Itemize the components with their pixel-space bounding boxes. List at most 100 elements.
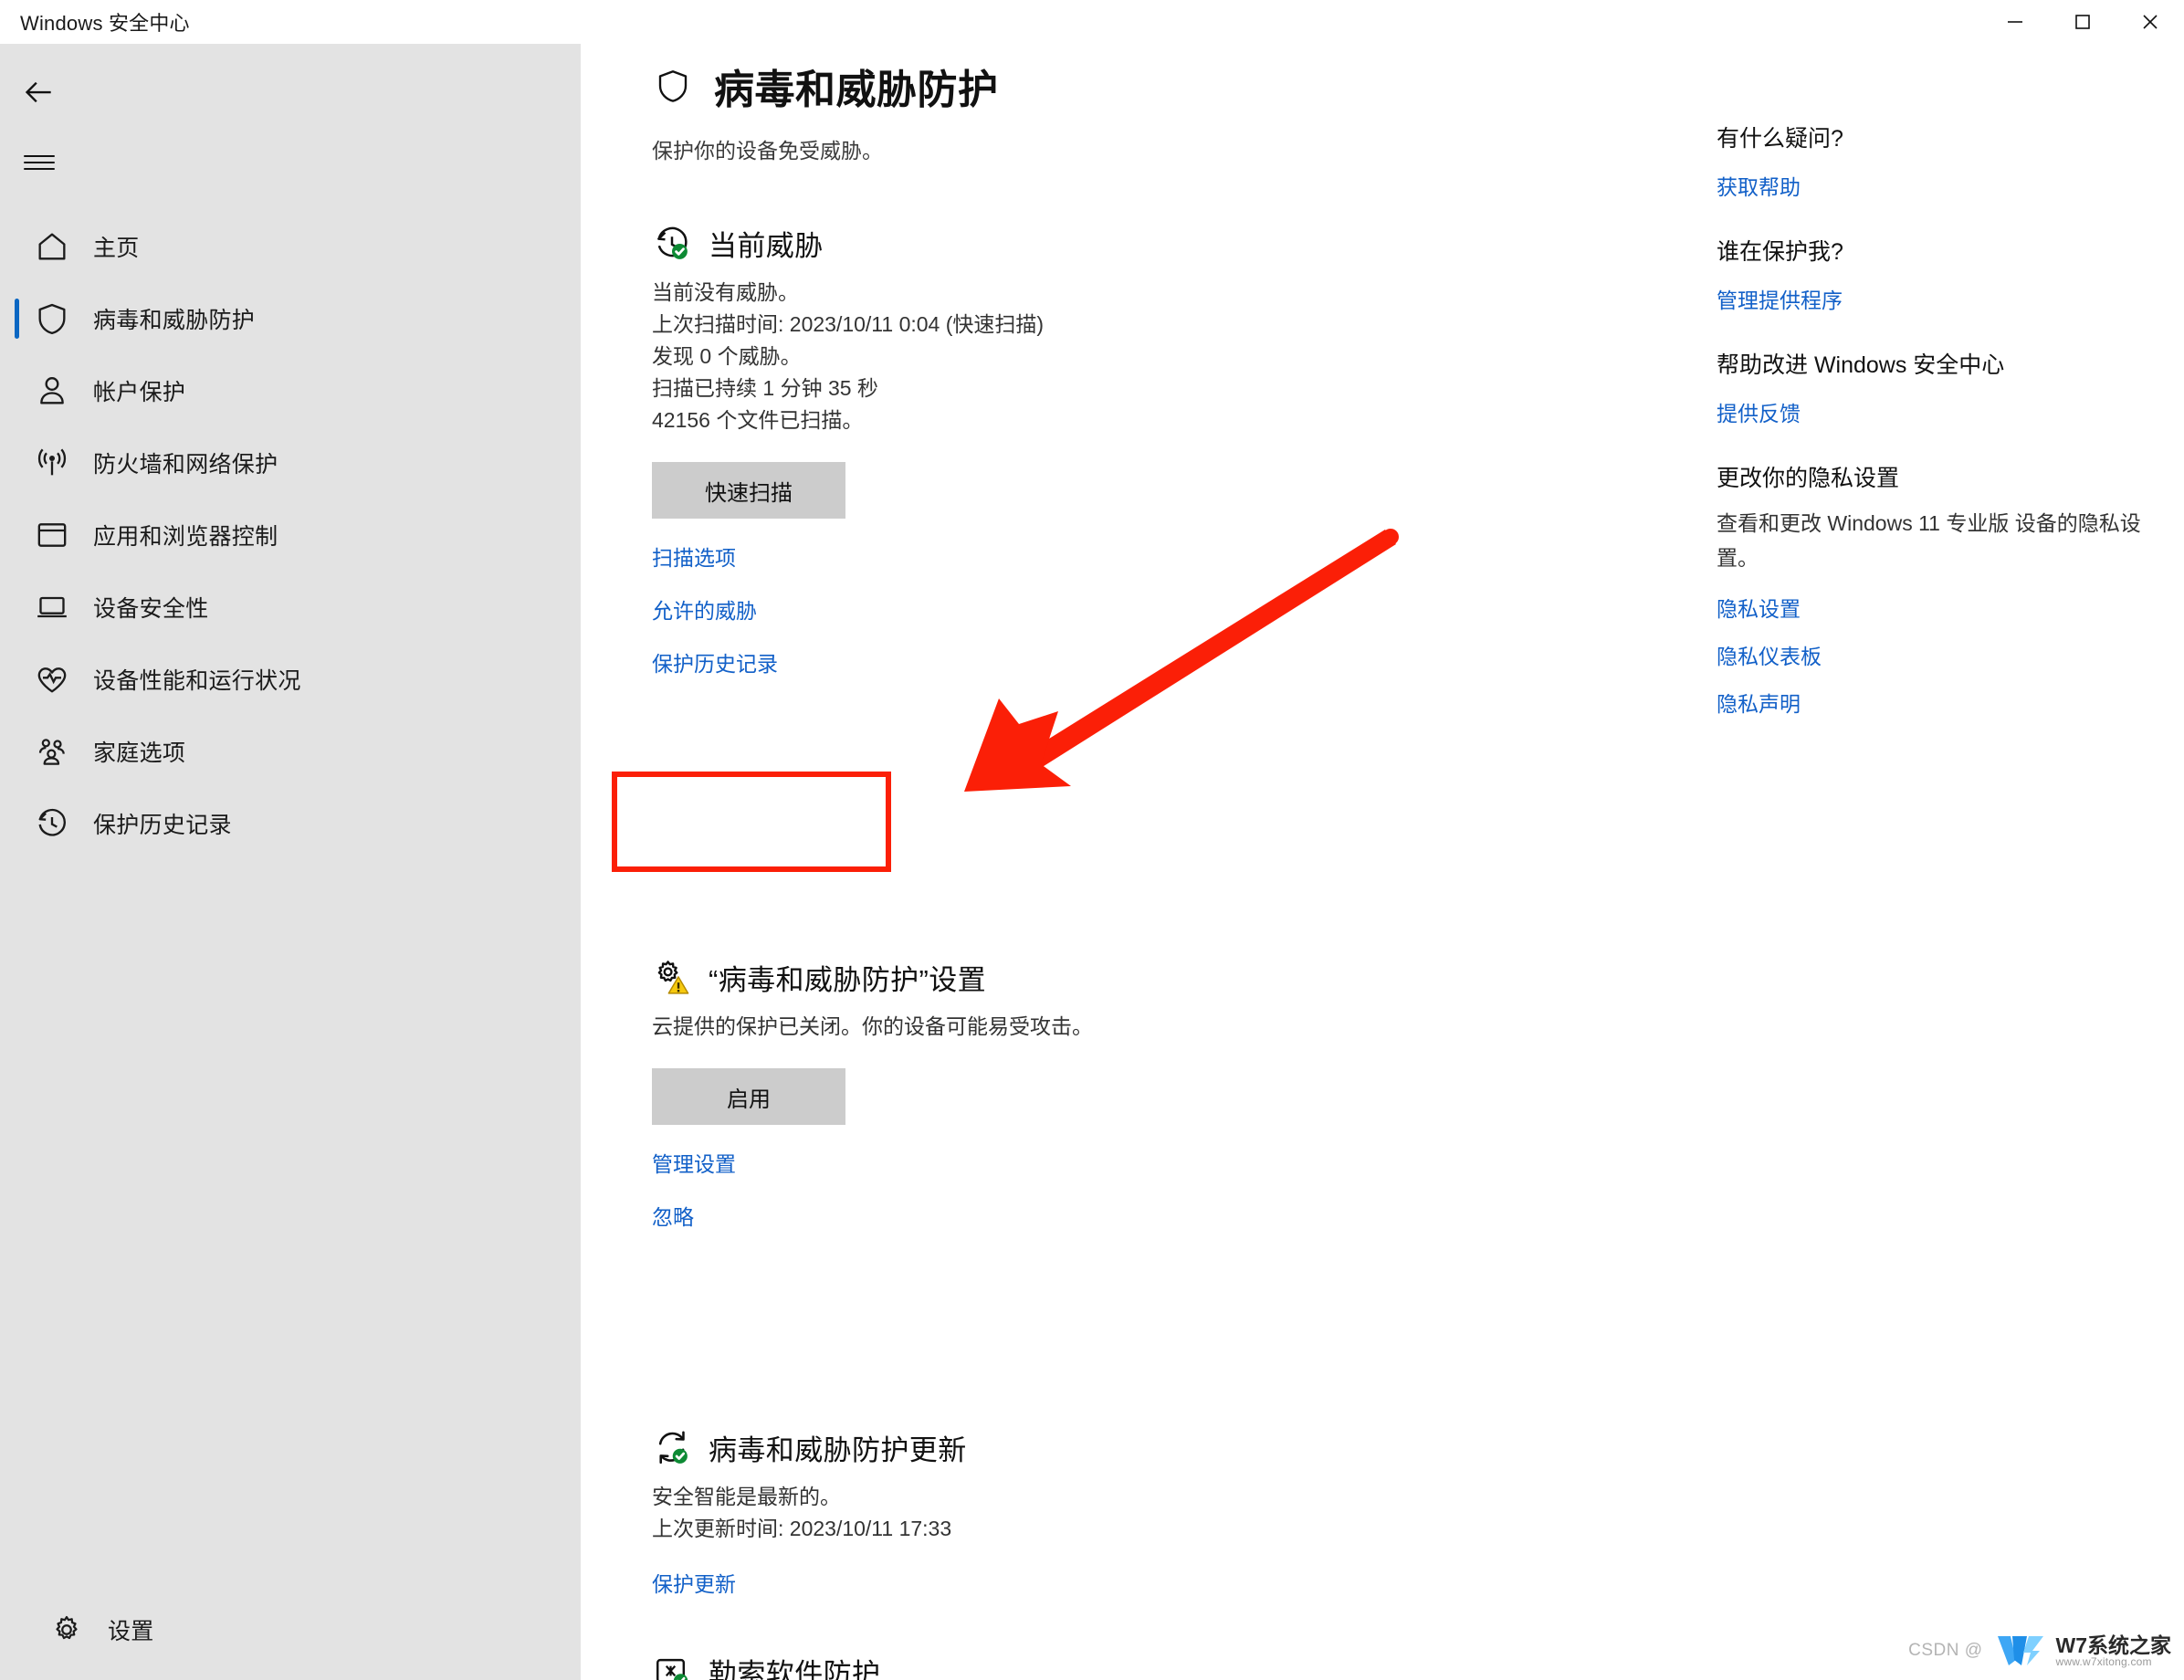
- history-clock-check-icon: [652, 224, 692, 264]
- shield-icon: [31, 298, 73, 340]
- last-scan-line: 上次扫描时间: 2023/10/11 0:04 (快速扫描): [652, 312, 1045, 336]
- back-arrow-icon: [25, 81, 51, 103]
- sidebar-settings-label: 设置: [108, 1619, 154, 1644]
- last-update-line: 上次更新时间: 2023/10/11 17:33: [652, 1517, 952, 1540]
- minimize-icon: [2008, 21, 2022, 23]
- page-title: 病毒和威胁防护: [714, 68, 999, 112]
- current-threats-details: 当前没有威胁。 上次扫描时间: 2023/10/11 0:04 (快速扫描) 发…: [652, 277, 1044, 436]
- protection-updates-link[interactable]: 保护更新: [652, 1567, 736, 1598]
- rail-block-privacy: 更改你的隐私设置 查看和更改 Windows 11 专业版 设备的隐私设置。 隐…: [1717, 460, 2146, 718]
- section-protection-updates: 病毒和威胁防护更新 安全智能是最新的。 上次更新时间: 2023/10/11 1…: [652, 1427, 967, 1598]
- watermark-url: www.w7xitong.com: [2055, 1654, 2152, 1668]
- rail-block-questions: 有什么疑问? 获取帮助: [1717, 121, 2146, 201]
- w7-logo-icon: [1997, 1636, 2043, 1665]
- page-subtitle: 保护你的设备免受威胁。: [652, 139, 883, 163]
- cloud-protection-warning: 云提供的保护已关闭。你的设备可能易受攻击。: [652, 1014, 1093, 1038]
- watermark: CSDN @ W7系统之家 www.w7xitong.com: [1908, 1633, 2171, 1669]
- ransomware-shield-icon: [652, 1652, 692, 1680]
- sidebar-item-app-browser-control[interactable]: 应用和浏览器控制: [0, 499, 581, 571]
- section-title: 病毒和威胁防护更新: [709, 1434, 967, 1466]
- gear-icon: [46, 1609, 88, 1651]
- sidebar-item-protection-history[interactable]: 保护历史记录: [0, 787, 581, 859]
- rail-heading: 谁在保护我?: [1717, 239, 1843, 265]
- title-bar: Windows 安全中心: [0, 0, 2184, 44]
- security-intelligence-status: 安全智能是最新的。: [652, 1485, 841, 1508]
- sidebar-item-label: 帐户保护: [93, 379, 186, 405]
- dismiss-link[interactable]: 忽略: [652, 1200, 694, 1231]
- sidebar-item-label: 主页: [93, 235, 140, 261]
- help-rail: 有什么疑问? 获取帮助 谁在保护我? 管理提供程序 帮助改进 Windows 安…: [1717, 44, 2184, 1680]
- home-icon: [31, 226, 73, 268]
- rail-heading: 更改你的隐私设置: [1717, 466, 1900, 491]
- maximize-button[interactable]: [2049, 0, 2116, 44]
- privacy-dashboard-link[interactable]: 隐私仪表板: [1717, 639, 1822, 670]
- section-title: 当前威胁: [709, 230, 824, 262]
- protection-history-link[interactable]: 保护历史记录: [652, 646, 778, 677]
- scan-duration-line: 扫描已持续 1 分钟 35 秒: [652, 376, 878, 400]
- sidebar-item-label: 保护历史记录: [93, 812, 232, 838]
- sidebar-item-device-performance-health[interactable]: 设备性能和运行状况: [0, 643, 581, 715]
- threats-found-line: 发现 0 个威胁。: [652, 344, 802, 368]
- section-ransomware-protection: 勒索软件防护: [652, 1651, 880, 1680]
- shield-icon: [652, 63, 694, 109]
- rail-heading: 有什么疑问?: [1717, 126, 1843, 152]
- window-title: Windows 安全中心: [20, 12, 190, 35]
- window-app-icon: [31, 514, 73, 556]
- close-button[interactable]: [2116, 0, 2184, 44]
- manage-settings-link[interactable]: 管理设置: [652, 1147, 736, 1178]
- main-content: 病毒和威胁防护 保护你的设备免受威胁。 当前威胁 当前没有威胁。 上次扫描时间:…: [581, 44, 1603, 1680]
- app-window: Windows 安全中心 主页 病毒和威胁防护 帐户保护 防火墙和网络保护 应用…: [0, 0, 2184, 1680]
- threat-status-line: 当前没有威胁。: [652, 280, 799, 304]
- sidebar-item-label: 应用和浏览器控制: [93, 523, 278, 550]
- section-protection-settings: “病毒和威胁防护”设置 云提供的保护已关闭。你的设备可能易受攻击。 启用 管理设…: [652, 957, 1093, 1231]
- sidebar-item-label: 设备性能和运行状况: [93, 667, 301, 694]
- quick-scan-button[interactable]: 快速扫描: [652, 462, 845, 519]
- files-scanned-line: 42156 个文件已扫描。: [652, 408, 864, 432]
- sidebar-item-home[interactable]: 主页: [0, 210, 581, 282]
- history-clock-icon: [31, 803, 73, 845]
- back-button[interactable]: [9, 66, 69, 119]
- sidebar-item-label: 家庭选项: [93, 740, 186, 766]
- privacy-settings-link[interactable]: 隐私设置: [1717, 592, 1801, 623]
- minimize-button[interactable]: [1981, 0, 2049, 44]
- sidebar-item-virus-threat-protection[interactable]: 病毒和威胁防护: [0, 282, 581, 354]
- sidebar-item-label: 防火墙和网络保护: [93, 451, 278, 478]
- rail-heading: 帮助改进 Windows 安全中心: [1717, 352, 2005, 378]
- menu-button[interactable]: [9, 140, 69, 185]
- get-help-link[interactable]: 获取帮助: [1717, 170, 1801, 201]
- give-feedback-link[interactable]: 提供反馈: [1717, 396, 1801, 427]
- gear-warning-icon: [652, 958, 692, 998]
- privacy-statement-link[interactable]: 隐私声明: [1717, 687, 1801, 718]
- sidebar-item-settings[interactable]: 设置: [15, 1596, 562, 1664]
- hamburger-menu-icon: [24, 151, 55, 174]
- watermark-logo: W7系统之家 www.w7xitong.com: [1996, 1633, 2172, 1669]
- sidebar-item-label: 病毒和威胁防护: [93, 307, 256, 333]
- person-icon: [31, 370, 73, 412]
- refresh-check-icon: [652, 1428, 692, 1468]
- selection-indicator: [15, 299, 19, 339]
- sidebar-nav: 主页 病毒和威胁防护 帐户保护 防火墙和网络保护 应用和浏览器控制 设备安全性 …: [0, 210, 581, 859]
- window-controls: [1981, 0, 2184, 44]
- wifi-signal-icon: [31, 442, 73, 484]
- sidebar-item-family-options[interactable]: 家庭选项: [0, 715, 581, 787]
- sidebar-item-device-security[interactable]: 设备安全性: [0, 571, 581, 643]
- heart-pulse-icon: [31, 658, 73, 700]
- sidebar-item-account-protection[interactable]: 帐户保护: [0, 354, 581, 426]
- close-icon: [2143, 15, 2158, 29]
- rail-block-improve: 帮助改进 Windows 安全中心 提供反馈: [1717, 347, 2146, 427]
- watermark-csdn: CSDN @: [1908, 1641, 1983, 1660]
- sidebar: 主页 病毒和威胁防护 帐户保护 防火墙和网络保护 应用和浏览器控制 设备安全性 …: [0, 44, 581, 1680]
- page-header: 病毒和威胁防护 保护你的设备免受威胁。: [652, 57, 999, 164]
- section-title: “病毒和威胁防护”设置: [709, 964, 987, 996]
- people-family-icon: [31, 730, 73, 772]
- watermark-brand: W7系统之家: [2055, 1633, 2172, 1657]
- manage-providers-link[interactable]: 管理提供程序: [1717, 283, 1843, 314]
- enable-button[interactable]: 启用: [652, 1068, 845, 1125]
- sidebar-item-firewall-network[interactable]: 防火墙和网络保护: [0, 426, 581, 499]
- scan-options-link[interactable]: 扫描选项: [652, 541, 736, 572]
- allowed-threats-link[interactable]: 允许的威胁: [652, 593, 757, 625]
- rail-block-who-protects: 谁在保护我? 管理提供程序: [1717, 234, 2146, 314]
- updates-details: 安全智能是最新的。 上次更新时间: 2023/10/11 17:33: [652, 1481, 967, 1545]
- privacy-description: 查看和更改 Windows 11 专业版 设备的隐私设置。: [1717, 511, 2141, 570]
- laptop-icon: [31, 586, 73, 628]
